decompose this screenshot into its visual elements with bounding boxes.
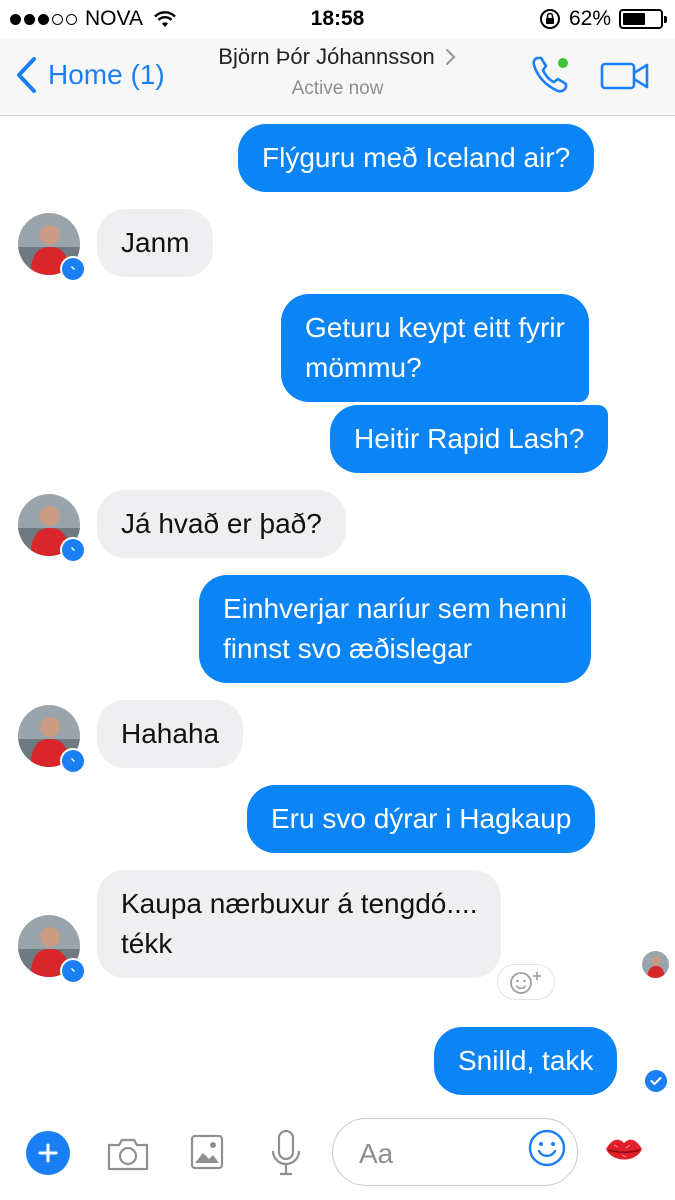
message-bubble-outgoing[interactable]: Einhverjar naríur sem henni finnst svo æ… bbox=[199, 575, 591, 683]
camera-icon[interactable] bbox=[105, 1136, 151, 1172]
active-status: Active now bbox=[291, 78, 384, 99]
message-bubble-outgoing[interactable]: Heitir Rapid Lash? bbox=[330, 405, 609, 473]
seen-indicator-avatar bbox=[642, 951, 669, 978]
battery-icon bbox=[619, 9, 667, 29]
video-camera-icon[interactable] bbox=[600, 60, 650, 92]
battery-level bbox=[623, 13, 646, 25]
more-actions-button[interactable] bbox=[26, 1131, 70, 1175]
microphone-icon[interactable] bbox=[270, 1129, 302, 1177]
message-text: Kaupa nærbuxur á tengdó.... bbox=[121, 888, 478, 919]
message-bubble-outgoing[interactable]: Flýguru með Iceland air? bbox=[238, 124, 595, 192]
kiss-lips-icon[interactable] bbox=[604, 1133, 644, 1169]
message-text: mömmu? bbox=[305, 352, 422, 383]
message-bubble-outgoing[interactable]: Eru svo dýrar i Hagkaup bbox=[247, 785, 596, 853]
message-text: finnst svo æðislegar bbox=[223, 633, 473, 664]
contact-name: Björn Þór Jóhannsson bbox=[218, 44, 435, 69]
chevron-right-icon bbox=[445, 48, 456, 66]
message-text: Janm bbox=[121, 227, 190, 258]
message-text: Einhverjar naríur sem henni bbox=[223, 593, 567, 624]
message-bubble-outgoing[interactable]: Geturu keypt eitt fyrir mömmu? bbox=[281, 294, 589, 402]
message-bubble-outgoing[interactable]: Snilld, takk bbox=[434, 1027, 618, 1095]
contact-title[interactable]: Björn Þór Jóhannsson Active now bbox=[160, 44, 515, 100]
emoji-icon[interactable] bbox=[527, 1128, 567, 1168]
back-chevron-icon bbox=[17, 57, 36, 93]
message-text: tékk bbox=[121, 928, 173, 959]
message-bubble-incoming[interactable]: Janm bbox=[97, 209, 214, 277]
messenger-badge-icon bbox=[60, 256, 86, 282]
gallery-icon[interactable] bbox=[190, 1134, 224, 1170]
back-button[interactable]: Home (1) bbox=[14, 56, 165, 94]
sent-check-icon bbox=[645, 1070, 667, 1092]
status-right: 62% bbox=[539, 7, 667, 31]
phone-icon[interactable] bbox=[528, 52, 574, 98]
messenger-badge-icon bbox=[60, 748, 86, 774]
message-text: Já hvað er það? bbox=[121, 508, 322, 539]
message-bubble-incoming[interactable]: Hahaha bbox=[97, 700, 244, 768]
battery-percent: 62% bbox=[568, 7, 611, 30]
messenger-badge-icon bbox=[60, 958, 86, 984]
conversation-header: Home (1) Björn Þór Jóhannsson Active now bbox=[0, 38, 675, 116]
add-reaction-icon bbox=[510, 972, 541, 994]
status-bar: NOVA 18:58 62% bbox=[0, 0, 675, 38]
message-text: Hahaha bbox=[121, 718, 220, 749]
messenger-badge-icon bbox=[60, 537, 86, 563]
message-text: Geturu keypt eitt fyrir bbox=[305, 312, 565, 343]
message-bubble-incoming[interactable]: Kaupa nærbuxur á tengdó.... tékk bbox=[97, 870, 502, 978]
message-text: Eru svo dýrar i Hagkaup bbox=[271, 803, 572, 834]
rotation-lock-icon bbox=[539, 9, 560, 29]
add-reaction-button[interactable] bbox=[497, 964, 555, 1000]
back-label: Home (1) bbox=[48, 59, 165, 90]
message-bubble-incoming[interactable]: Já hvað er það? bbox=[97, 490, 346, 558]
message-text: Heitir Rapid Lash? bbox=[354, 423, 585, 454]
message-text: Snilld, takk bbox=[458, 1045, 594, 1076]
message-text: Flýguru með Iceland air? bbox=[262, 142, 571, 173]
composer-bar: Aa bbox=[0, 1110, 675, 1200]
message-input-placeholder: Aa bbox=[359, 1138, 394, 1169]
plus-icon bbox=[38, 1143, 58, 1163]
